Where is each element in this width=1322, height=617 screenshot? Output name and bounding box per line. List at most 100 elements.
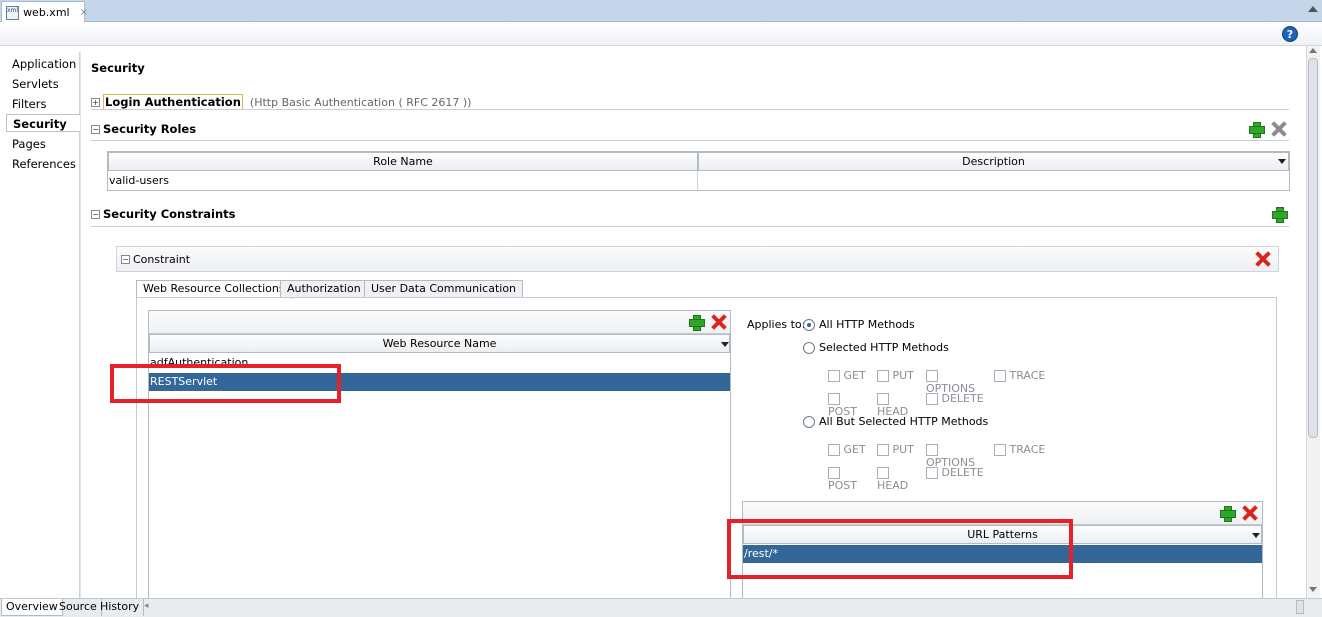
checkbox-get[interactable] bbox=[828, 444, 840, 456]
security-constraints-title: Security Constraints bbox=[103, 207, 236, 221]
checkbox-delete[interactable] bbox=[926, 393, 938, 405]
highlight-box-url-pattern bbox=[727, 519, 1073, 579]
checkbox-get[interactable] bbox=[828, 370, 840, 382]
remove-constraint-icon[interactable] bbox=[1255, 251, 1271, 267]
radio-button[interactable] bbox=[803, 341, 815, 354]
constraint-header bbox=[116, 246, 1279, 272]
checkbox-trace[interactable] bbox=[994, 444, 1006, 456]
column-menu-icon[interactable] bbox=[1278, 159, 1286, 164]
tab-history[interactable]: History bbox=[96, 599, 145, 616]
expand-icon[interactable]: + bbox=[91, 97, 100, 107]
nav-item-application[interactable]: Application bbox=[6, 55, 78, 73]
web-resource-panel: Web Resource Name adfAuthentication REST… bbox=[148, 310, 731, 598]
checkbox-label: GET bbox=[843, 369, 866, 382]
radio-label: Selected HTTP Methods bbox=[819, 341, 949, 354]
checkbox-label: TRACE bbox=[1009, 369, 1046, 382]
checkbox-put[interactable] bbox=[877, 370, 889, 382]
login-auth-detail: (Http Basic Authentication ( RFC 2617 )) bbox=[249, 95, 472, 109]
checkbox-label: POST bbox=[828, 479, 857, 492]
checkbox-head[interactable] bbox=[877, 467, 889, 479]
editor-tab-label: web.xml bbox=[23, 6, 70, 19]
login-auth-link[interactable]: Login Authentication bbox=[103, 94, 243, 110]
bottom-editor-tabs: Overview Source History ◂ bbox=[0, 598, 1322, 617]
remove-url-pattern-icon[interactable] bbox=[1242, 505, 1258, 521]
security-constraints-header: − Security Constraints bbox=[91, 207, 235, 221]
divider bbox=[91, 140, 1289, 141]
checkbox-options[interactable] bbox=[926, 370, 938, 382]
nav-item-security[interactable]: Security bbox=[6, 114, 81, 132]
column-header-description[interactable]: Description bbox=[698, 152, 1289, 171]
editor-tab-web-xml[interactable]: xml web.xml × bbox=[1, 1, 88, 23]
checkbox-label: PUT bbox=[892, 443, 914, 456]
table-cell-role[interactable]: valid-users bbox=[108, 171, 698, 190]
checkbox-label: GET bbox=[843, 443, 866, 456]
checkbox-label: TRACE bbox=[1009, 443, 1046, 456]
radio-button[interactable] bbox=[803, 318, 815, 331]
column-header-web-resource-name[interactable]: Web Resource Name bbox=[149, 334, 730, 353]
radio-label: All HTTP Methods bbox=[819, 318, 915, 331]
checkbox-label: PUT bbox=[892, 369, 914, 382]
tab-source[interactable]: Source bbox=[55, 599, 102, 616]
checkbox-label: DELETE bbox=[941, 392, 984, 405]
column-header-role-name[interactable]: Role Name bbox=[108, 152, 698, 171]
scrollbar-thumb[interactable] bbox=[1308, 58, 1318, 438]
tab-overview[interactable]: Overview bbox=[1, 599, 63, 616]
horizontal-scroll-thumb[interactable] bbox=[1296, 600, 1304, 614]
checkbox-options[interactable] bbox=[926, 444, 938, 456]
checkbox-post[interactable] bbox=[828, 467, 840, 479]
checkbox-head[interactable] bbox=[877, 393, 889, 405]
nav-item-filters[interactable]: Filters bbox=[6, 95, 78, 113]
close-tab-icon[interactable]: × bbox=[80, 7, 88, 18]
collapse-icon[interactable]: − bbox=[91, 124, 100, 134]
radio-all-methods[interactable]: All HTTP Methods bbox=[803, 318, 915, 331]
collapse-icon[interactable]: − bbox=[91, 209, 100, 219]
editor-tab-strip bbox=[0, 0, 1322, 22]
security-roles-table: Role Name Description valid-users bbox=[107, 151, 1290, 191]
radio-label: All But Selected HTTP Methods bbox=[819, 415, 989, 428]
method-row-4: POST HEAD DELETE bbox=[828, 466, 984, 492]
table-cell-description[interactable] bbox=[698, 171, 1289, 190]
checkbox-put[interactable] bbox=[877, 444, 889, 456]
constraint-title: Constraint bbox=[133, 253, 191, 266]
xml-file-icon: xml bbox=[6, 5, 20, 20]
remove-web-resource-icon[interactable] bbox=[711, 314, 727, 330]
web-resource-toolbar bbox=[149, 311, 730, 334]
scroll-left-icon[interactable]: ◂ bbox=[144, 601, 149, 611]
add-constraint-icon[interactable] bbox=[1271, 206, 1288, 223]
checkbox-trace[interactable] bbox=[994, 370, 1006, 382]
scroll-up-icon[interactable] bbox=[1309, 48, 1317, 53]
constraint-title-row: − Constraint bbox=[121, 253, 190, 266]
checkbox-label: DELETE bbox=[941, 466, 984, 479]
scroll-down-icon[interactable] bbox=[1309, 587, 1317, 592]
add-web-resource-icon[interactable] bbox=[688, 314, 705, 331]
nav-item-references[interactable]: References bbox=[6, 155, 78, 173]
column-menu-icon[interactable] bbox=[721, 342, 729, 347]
add-role-icon[interactable] bbox=[1248, 121, 1265, 138]
divider bbox=[91, 226, 1289, 227]
checkbox-post[interactable] bbox=[828, 393, 840, 405]
nav-item-pages[interactable]: Pages bbox=[6, 135, 78, 153]
divider bbox=[91, 109, 1289, 110]
security-roles-header: − Security Roles bbox=[91, 122, 196, 136]
applies-to-label: Applies to: bbox=[747, 318, 806, 331]
maximize-toggle-icon[interactable] bbox=[1308, 6, 1318, 12]
overview-nav: Application Servlets Filters Security Pa… bbox=[0, 52, 81, 598]
nav-item-servlets[interactable]: Servlets bbox=[6, 75, 78, 93]
radio-button[interactable] bbox=[803, 415, 815, 428]
collapse-icon[interactable]: − bbox=[121, 255, 130, 264]
login-auth-section: + Login Authentication (Http Basic Authe… bbox=[91, 94, 471, 110]
add-url-pattern-icon[interactable] bbox=[1219, 505, 1236, 522]
page-title: Security bbox=[91, 61, 145, 75]
editor-toolbar bbox=[0, 22, 1322, 46]
tab-user-data-communication[interactable]: User Data Communication bbox=[364, 280, 524, 298]
radio-all-but-selected[interactable]: All But Selected HTTP Methods bbox=[803, 415, 988, 428]
radio-selected-methods[interactable]: Selected HTTP Methods bbox=[803, 341, 949, 354]
security-roles-title: Security Roles bbox=[103, 122, 197, 136]
help-icon[interactable]: ? bbox=[1282, 26, 1298, 42]
tab-authorization[interactable]: Authorization bbox=[280, 280, 368, 298]
column-menu-icon[interactable] bbox=[1252, 533, 1260, 538]
checkbox-label: HEAD bbox=[877, 479, 909, 492]
remove-role-icon[interactable] bbox=[1271, 121, 1287, 137]
checkbox-delete[interactable] bbox=[926, 467, 938, 479]
highlight-box-restservlet bbox=[110, 364, 341, 403]
